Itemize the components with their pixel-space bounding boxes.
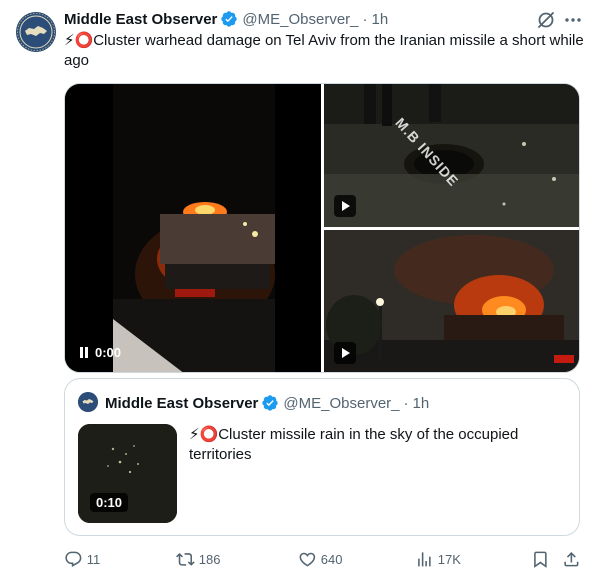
author-handle[interactable]: @ME_Observer_ <box>242 11 358 28</box>
reply-button[interactable]: 11 <box>64 548 100 570</box>
verified-badge-icon <box>261 394 279 412</box>
video-thumbnail-crater[interactable]: M.B INSIDE <box>324 84 579 227</box>
separator-dot: · <box>362 10 368 28</box>
action-bar: 11 186 640 17K <box>64 548 584 570</box>
video-player[interactable]: 0:00 <box>65 84 321 372</box>
tweet-text: ⚡⭕Cluster warhead damage on Tel Aviv fro… <box>64 32 584 69</box>
reply-count: 11 <box>86 551 101 567</box>
bookmark-icon <box>534 551 547 568</box>
share-icon <box>564 551 579 567</box>
video-duration: 0:10 <box>90 493 129 512</box>
quoted-author-avatar[interactable] <box>78 392 98 412</box>
quoted-author-logo <box>78 392 98 412</box>
fire-building-image <box>324 230 579 372</box>
verified-badge-icon[interactable] <box>220 10 238 28</box>
quoted-author-handle: @ME_Observer_ <box>283 394 400 412</box>
pause-button[interactable]: 0:00 <box>79 345 121 360</box>
crater-image <box>324 84 579 227</box>
heart-icon <box>299 552 316 567</box>
quoted-video-thumbnail[interactable]: 0:10 <box>78 424 177 523</box>
more-icon[interactable] <box>563 10 583 30</box>
separator-dot: · <box>403 394 409 412</box>
quoted-tweet-text: ⚡⭕Cluster missile rain in the sky of the… <box>189 426 519 463</box>
like-button[interactable]: 640 <box>298 548 342 570</box>
views-icon <box>418 551 431 567</box>
share-button[interactable] <box>562 548 581 570</box>
author-logo <box>16 12 56 52</box>
fire-night-video-frame <box>65 84 321 372</box>
video-timestamp: 0:00 <box>95 345 122 360</box>
repost-button[interactable]: 186 <box>176 548 220 570</box>
quoted-author-name: Middle East Observer <box>105 394 259 412</box>
like-count: 640 <box>320 551 343 567</box>
quoted-tweet-header: Middle East Observer @ME_Observer_ · 1h <box>105 393 429 413</box>
play-icon[interactable] <box>334 342 356 364</box>
views-count: 17K <box>437 551 461 567</box>
play-icon[interactable] <box>334 195 356 217</box>
tweet-timestamp[interactable]: 1h <box>372 11 389 28</box>
media-grid: 0:00 M.B INSIDE <box>64 83 580 373</box>
views-button[interactable]: 17K <box>415 548 461 570</box>
pause-icon <box>79 347 89 358</box>
quoted-tweet[interactable]: Middle East Observer @ME_Observer_ · 1h … <box>64 378 580 536</box>
author-avatar[interactable] <box>16 12 56 52</box>
reply-icon <box>65 551 82 567</box>
tweet-header: Middle East Observer @ME_Observer_ · 1h <box>64 9 388 29</box>
author-name[interactable]: Middle East Observer <box>64 11 217 28</box>
repost-count: 186 <box>198 551 221 567</box>
bookmark-button[interactable] <box>531 548 550 570</box>
video-thumbnail-fire[interactable] <box>324 230 579 372</box>
repost-icon <box>176 552 195 566</box>
grok-icon[interactable] <box>536 10 556 30</box>
quoted-tweet-timestamp: 1h <box>412 394 430 412</box>
